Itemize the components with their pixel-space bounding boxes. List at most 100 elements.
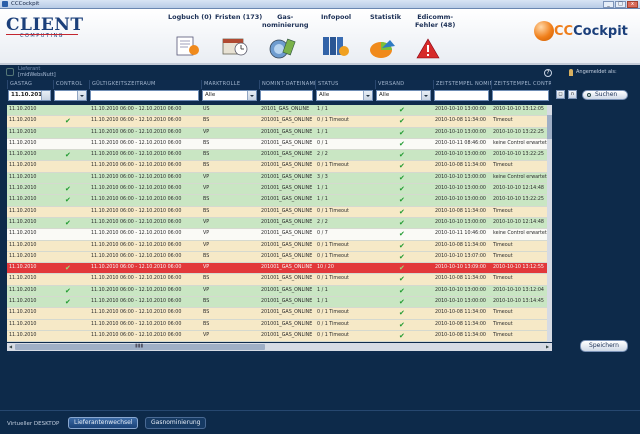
lock-icon[interactable]: ∩ bbox=[568, 90, 577, 99]
maximize-button[interactable]: □ bbox=[615, 1, 626, 8]
table-row[interactable]: 11.10.2010 ✔ 11.10.2010 06:00 - 12.10.2010… bbox=[7, 184, 547, 196]
versand-check-icon: ✔ bbox=[399, 241, 405, 250]
status-filter[interactable]: Alle bbox=[316, 90, 373, 101]
control-check-icon: ✔ bbox=[65, 298, 71, 307]
column-header-marktrolle[interactable]: MARKTROLLE bbox=[201, 80, 259, 89]
zeitstempel-nomin-filter[interactable] bbox=[434, 90, 489, 101]
search-icon bbox=[587, 93, 591, 97]
cell-rolle: BS bbox=[203, 152, 210, 158]
cell-zeitraum: 11.10.2010 06:00 - 12.10.2010 06:00 bbox=[91, 287, 182, 293]
close-button[interactable]: x bbox=[627, 1, 638, 8]
cell-zeitraum: 11.10.2010 06:00 - 12.10.2010 06:00 bbox=[91, 140, 182, 146]
cell-ts1: 2010-10-10 13:07:00 bbox=[435, 253, 486, 259]
column-header-dateiname[interactable]: NOMINT-DATEINAME bbox=[259, 80, 315, 89]
table-row[interactable]: 11.10.2010 ✔ 11.10.2010 06:00 - 12.10.2010… bbox=[7, 217, 547, 230]
control-filter[interactable] bbox=[54, 90, 87, 101]
table-row[interactable]: 11.10.2010 ✔ 11.10.2010 06:00 - 12.10.2010… bbox=[7, 297, 547, 309]
scroll-right-arrow-icon[interactable]: ▶ bbox=[545, 344, 550, 349]
cell-zeitraum: 11.10.2010 06:00 - 12.10.2010 06:00 bbox=[91, 152, 182, 158]
table-row[interactable]: 11.10.2010 11.10.2010 06:00 - 12.10.2010 … bbox=[7, 240, 547, 252]
cell-ts2: Timeout bbox=[493, 118, 513, 124]
table-row[interactable]: 11.10.2010 11.10.2010 06:00 - 12.10.2010 … bbox=[7, 330, 547, 342]
zeitraum-filter[interactable] bbox=[90, 90, 199, 101]
cell-rolle: VP bbox=[203, 242, 210, 248]
scroll-left-arrow-icon[interactable]: ◀ bbox=[8, 344, 13, 349]
table-row[interactable]: 11.10.2010 11.10.2010 06:00 - 12.10.2010 … bbox=[7, 206, 547, 218]
cell-gastag: 11.10.2010 bbox=[9, 299, 37, 305]
table-row[interactable]: 11.10.2010 11.10.2010 06:00 - 12.10.2010 … bbox=[7, 138, 547, 151]
statistics-icon[interactable] bbox=[368, 36, 398, 60]
cell-ts2: 2010-10-10 13:22:25 bbox=[493, 129, 544, 135]
table-row[interactable]: 11.10.2010 11.10.2010 06:00 - 12.10.2010 … bbox=[7, 161, 547, 173]
nav-statistik[interactable]: Statistik bbox=[370, 13, 401, 21]
cell-datei: 201001_GAS_ONLINE bbox=[261, 118, 313, 124]
help-icon[interactable]: ? bbox=[544, 69, 552, 77]
reset-filter-icon[interactable]: ◻ bbox=[556, 90, 565, 99]
zeitstempel-contr-filter[interactable] bbox=[492, 90, 549, 101]
nav-gasnominierung[interactable]: Gas- nominierung bbox=[262, 13, 308, 29]
column-header-zeitraum[interactable]: GÜLTIGKEITSZEITRAUM bbox=[89, 80, 201, 89]
gastag-date-filter[interactable]: 11.10.2010 bbox=[8, 90, 51, 101]
cell-ts1: 2010-10-08 11:34:00 bbox=[435, 242, 486, 248]
search-button[interactable]: Suchen bbox=[582, 90, 628, 100]
column-header-zeitstempel-nomin[interactable]: ZEITSTEMPEL NOMIN bbox=[433, 80, 491, 89]
tab-lieferantenwechsel[interactable]: Lieferantenwechsel bbox=[68, 417, 139, 429]
column-header-control[interactable]: CONTROL bbox=[53, 80, 89, 89]
vertical-scrollbar[interactable] bbox=[547, 105, 552, 342]
table-row[interactable]: 11.10.2010 11.10.2010 06:00 - 12.10.2010 … bbox=[7, 105, 547, 117]
cell-gastag: 11.10.2010 bbox=[9, 186, 37, 192]
marktrolle-filter[interactable]: Alle bbox=[202, 90, 257, 101]
table-row[interactable]: 11.10.2010 11.10.2010 06:00 - 12.10.2010 … bbox=[7, 251, 547, 264]
column-header-versand[interactable]: VERSAND bbox=[375, 80, 433, 89]
vertical-scrollbar-thumb[interactable] bbox=[547, 115, 552, 139]
table-row[interactable]: 11.10.2010 ✔ 11.10.2010 06:00 - 12.10.2010… bbox=[7, 195, 547, 207]
horizontal-scrollbar[interactable]: ◀ ▮▮▮ ▶ bbox=[7, 343, 552, 351]
column-header-zeitstempel-contr[interactable]: ZEITSTEMPEL CONTR bbox=[491, 80, 551, 89]
nav-infopool[interactable]: Infopool bbox=[321, 13, 351, 21]
versand-filter[interactable]: Alle bbox=[376, 90, 431, 101]
nav-statistik-label: Statistik bbox=[370, 13, 402, 21]
save-button[interactable]: Speichern bbox=[580, 340, 628, 352]
table-row[interactable]: 11.10.2010 ✔ 11.10.2010 06:00 - 12.10.2010… bbox=[7, 263, 547, 275]
logbook-icon[interactable] bbox=[172, 34, 202, 58]
deadlines-icon[interactable] bbox=[220, 34, 250, 58]
nav-logbuch-label: Logbuch (0) bbox=[168, 13, 212, 21]
table-row[interactable]: 11.10.2010 11.10.2010 06:00 - 12.10.2010 … bbox=[7, 127, 547, 139]
versand-check-icon: ✔ bbox=[399, 230, 405, 239]
versand-check-icon: ✔ bbox=[399, 185, 405, 194]
cell-status: 1 / 1 bbox=[317, 186, 328, 192]
table-row[interactable]: 11.10.2010 11.10.2010 06:00 - 12.10.2010 … bbox=[7, 308, 547, 320]
column-header-status[interactable]: STATUS bbox=[315, 80, 375, 89]
cell-status: 0 / 1 bbox=[317, 140, 328, 146]
cell-rolle: VP bbox=[203, 174, 210, 180]
table-row[interactable]: 11.10.2010 11.10.2010 06:00 - 12.10.2010 … bbox=[7, 274, 547, 286]
table-row[interactable]: 11.10.2010 11.10.2010 06:00 - 12.10.2010 … bbox=[7, 319, 547, 331]
cell-zeitraum: 11.10.2010 06:00 - 12.10.2010 06:00 bbox=[91, 231, 182, 237]
product-prefix: CC bbox=[554, 24, 574, 39]
nav-logbuch[interactable]: Logbuch (0) bbox=[168, 13, 212, 21]
cell-ts2: 2010-10-10 13:14:45 bbox=[493, 299, 544, 305]
minimize-button[interactable]: _ bbox=[603, 1, 614, 8]
cell-zeitraum: 11.10.2010 06:00 - 12.10.2010 06:00 bbox=[91, 321, 182, 327]
tab-gasnominierung[interactable]: Gasnominierung bbox=[145, 417, 207, 429]
table-row[interactable]: 11.10.2010 ✔ 11.10.2010 06:00 - 12.10.2010… bbox=[7, 116, 547, 128]
infopool-icon[interactable] bbox=[321, 34, 351, 58]
cell-datei: 201001_GAS_ONLINE bbox=[261, 197, 313, 203]
table-row[interactable]: 11.10.2010 11.10.2010 06:00 - 12.10.2010 … bbox=[7, 172, 547, 185]
nav-fristen[interactable]: Fristen (173) bbox=[215, 13, 262, 21]
warning-icon[interactable] bbox=[416, 37, 446, 61]
column-header-gastag[interactable]: GASTAG bbox=[7, 80, 53, 89]
nav-edicomm-fehler[interactable]: Edicomm- Fehler (48) bbox=[415, 13, 455, 29]
app-icon bbox=[2, 1, 8, 7]
logo-text: CLIENT bbox=[6, 15, 84, 35]
table-row[interactable]: 11.10.2010 ✔ 11.10.2010 06:00 - 12.10.2010… bbox=[7, 150, 547, 162]
cell-zeitraum: 11.10.2010 06:00 - 12.10.2010 06:00 bbox=[91, 219, 182, 225]
cell-zeitraum: 11.10.2010 06:00 - 12.10.2010 06:00 bbox=[91, 310, 182, 316]
cell-gastag: 11.10.2010 bbox=[9, 118, 37, 124]
table-row[interactable]: 11.10.2010 ✔ 11.10.2010 06:00 - 12.10.2010… bbox=[7, 285, 547, 298]
cell-rolle: US bbox=[203, 107, 210, 112]
dateiname-filter[interactable] bbox=[260, 90, 313, 101]
cell-datei: 201001_GAS_ONLINE bbox=[261, 219, 313, 225]
gas-nomination-icon[interactable] bbox=[267, 36, 297, 60]
table-row[interactable]: 11.10.2010 11.10.2010 06:00 - 12.10.2010 … bbox=[7, 229, 547, 241]
